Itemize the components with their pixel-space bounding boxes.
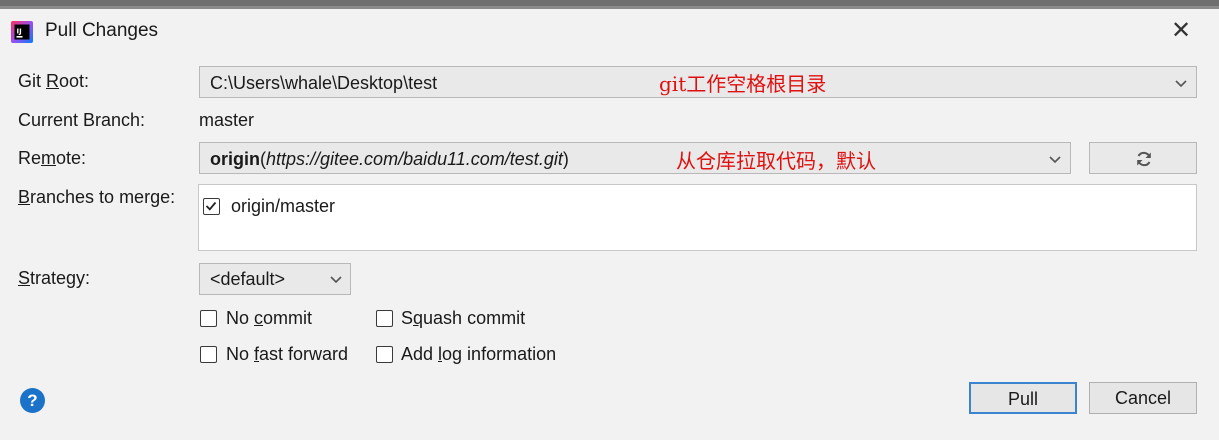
strategy-label-rest: trategy: [30,268,91,288]
branches-label-rest: ranches to merge: [30,187,176,207]
current-branch-value: master [199,110,255,130]
no-commit-mnemonic: c [254,308,264,328]
chevron-down-icon [1049,156,1061,164]
remote-mnemonic: m [41,148,57,168]
chevron-down-icon [330,276,342,284]
git-root-annotation: git工作空格根目录 [659,72,827,96]
squash-commit-label: Squash commit [401,308,525,329]
dialog-title: Pull Changes [45,20,159,41]
no-fast-forward-checkbox[interactable] [200,346,217,363]
intellij-icon: IJ [11,21,33,43]
remote-label-rest: ote: [56,148,87,168]
squash-commit-text-rest: uash commit [423,308,526,328]
pull-button[interactable]: Pull [969,382,1077,414]
current-branch-label: Current Branch: [18,110,146,130]
squash-commit-text: S [401,308,414,328]
git-root-value: C:\Users\whale\Desktop\test [210,73,438,93]
branches-list[interactable] [198,184,1197,251]
add-log-text: Add [401,344,439,364]
branch-checkbox-origin-master[interactable] [203,198,220,215]
cancel-button[interactable]: Cancel [1089,382,1197,414]
svg-text:IJ: IJ [17,28,22,36]
branches-label: Branches to merge: [18,187,175,208]
no-commit-label: No commit [226,308,312,329]
remote-label: Remote: [18,148,86,169]
no-fast-forward-text-rest: ast forward [259,344,349,364]
git-root-label: Git Root: [18,71,89,92]
branch-item-label: origin/master [231,196,336,216]
branches-mnemonic: B [18,187,31,207]
no-commit-text: No [226,308,255,328]
strategy-value: <default> [210,269,286,289]
git-root-mnemonic: R [46,71,60,91]
strategy-mnemonic: S [18,268,31,288]
checkmark-icon [205,201,217,211]
help-icon[interactable]: ? [27,391,37,410]
remote-name: origin [210,149,260,169]
help-button[interactable]: ? [20,388,45,413]
refresh-icon [1137,151,1151,167]
squash-commit-mnemonic: q [413,308,424,328]
refresh-button[interactable] [1089,142,1197,174]
no-commit-checkbox[interactable] [200,310,217,327]
squash-commit-checkbox[interactable] [376,310,393,327]
add-log-checkbox[interactable] [376,346,393,363]
no-commit-text-rest: ommit [263,308,313,328]
add-log-text-rest: og information [442,344,557,364]
close-icon[interactable]: ✕ [1171,17,1191,44]
git-root-label-rest: oot: [59,71,90,91]
remote-annotation: 从仓库拉取代码，默认 [676,149,876,173]
remote-combo[interactable]: origin(https://gitee.com/baidu11.com/tes… [199,142,1071,174]
no-fast-forward-text: No [226,344,255,364]
window-top-shadow [0,0,1219,6]
close-button[interactable]: ✕ [1168,18,1194,44]
add-log-label: Add log information [401,344,556,365]
remote-url: https://gitee.com/baidu11.com/test.git [266,149,563,169]
strategy-label: Strategy: [18,268,90,289]
remote-label-text: Re [18,148,42,168]
remote-paren-close: ) [562,149,569,169]
git-root-label-text: Git [18,71,47,91]
no-fast-forward-label: No fast forward [226,344,348,365]
remote-value: origin(https://gitee.com/baidu11.com/tes… [210,143,569,175]
chevron-down-icon [1175,80,1187,88]
strategy-combo[interactable]: <default> [199,263,351,295]
